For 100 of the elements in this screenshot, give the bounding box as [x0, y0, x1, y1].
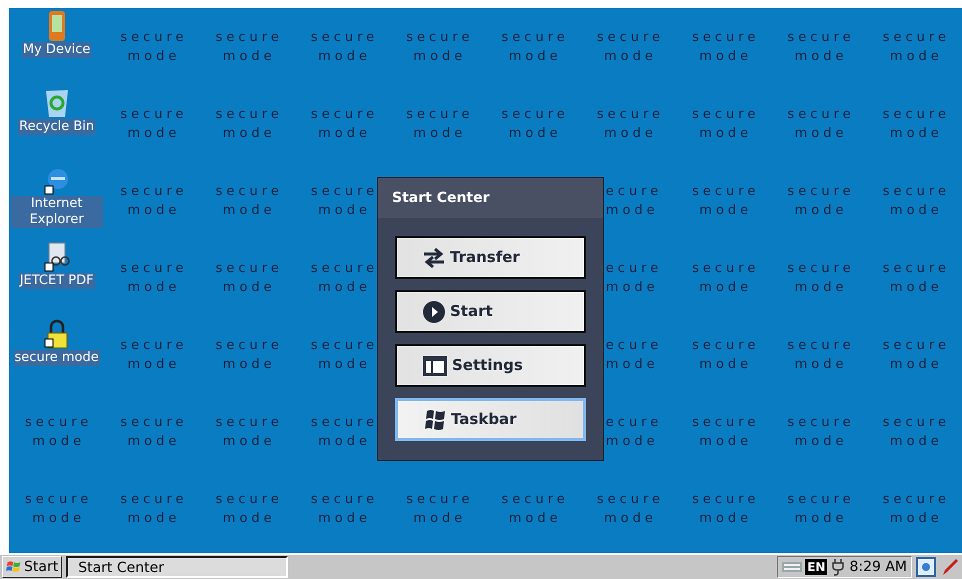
dialog-title: Start Center	[392, 188, 490, 208]
wallpaper-text: mode	[222, 356, 276, 374]
wallpaper-text: mode	[222, 202, 276, 220]
pen-icon[interactable]	[940, 557, 960, 577]
wallpaper-text: mode	[318, 48, 371, 66]
wallpaper-text: mode	[32, 432, 86, 450]
wallpaper-text: mode	[699, 202, 752, 220]
swap-arrows-icon	[422, 246, 446, 270]
wallpaper-text: mode	[699, 432, 752, 450]
wallpaper-text: secure	[406, 490, 474, 508]
wallpaper-text: secure	[787, 336, 855, 354]
desktop-icon[interactable]	[916, 557, 936, 577]
wallpaper-text: mode	[606, 202, 659, 220]
wallpaper-text: mode	[604, 124, 657, 142]
wallpaper-text: mode	[794, 432, 848, 450]
wallpaper-text: mode	[604, 510, 657, 528]
wallpaper-text: secure	[692, 182, 760, 200]
play-circle-icon	[422, 300, 446, 324]
icon-label[interactable]: JETCET PDF	[18, 273, 95, 289]
wallpaper-text: mode	[128, 510, 180, 528]
wallpaper-text: mode	[890, 48, 943, 66]
wallpaper-text: mode	[128, 432, 180, 450]
wallpaper-text: mode	[699, 510, 752, 528]
wallpaper-text: mode	[222, 124, 276, 142]
wallpaper-text: secure	[120, 414, 188, 432]
wallpaper-text: secure	[596, 490, 664, 508]
dialog-button[interactable]: Transfer	[395, 236, 586, 279]
wallpaper-text: secure	[692, 490, 760, 508]
wallpaper-text: secure	[502, 106, 569, 124]
wallpaper-text: secure	[310, 28, 378, 46]
start-button[interactable]: Start	[2, 556, 62, 578]
wallpaper-text: mode	[604, 48, 657, 66]
wallpaper-text: secure	[120, 28, 188, 46]
wallpaper-text: mode	[794, 510, 848, 528]
wallpaper-text: secure	[596, 28, 664, 46]
wallpaper-text: secure	[882, 28, 950, 46]
wallpaper-text: secure	[120, 336, 188, 354]
wallpaper-text: mode	[222, 510, 276, 528]
wallpaper-text: secure	[596, 106, 664, 124]
wallpaper-text: secure	[787, 182, 855, 200]
wallpaper-text: secure	[882, 182, 950, 200]
wallpaper-text: mode	[794, 202, 848, 220]
wallpaper-text: secure	[216, 414, 283, 432]
keyboard-icon	[782, 562, 802, 572]
wallpaper-text: secure	[310, 414, 378, 432]
wallpaper-text: mode	[222, 432, 276, 450]
wallpaper-text: mode	[318, 278, 371, 296]
wallpaper-text: mode	[606, 278, 659, 296]
dialog-button[interactable]: Taskbar	[395, 398, 586, 441]
wallpaper-text: mode	[699, 356, 752, 374]
wallpaper-text: secure	[406, 106, 474, 124]
wallpaper-text: mode	[318, 124, 371, 142]
wallpaper-text: secure	[502, 490, 569, 508]
wallpaper-text: secure	[25, 414, 92, 432]
wallpaper-text: secure	[692, 336, 760, 354]
windows-flag-icon	[6, 559, 22, 575]
wallpaper-text: mode	[318, 202, 371, 220]
wallpaper-text: secure	[502, 28, 569, 46]
wallpaper-text: mode	[128, 202, 180, 220]
wallpaper-text: secure	[882, 260, 950, 278]
wallpaper-text: mode	[128, 48, 180, 66]
wallpaper-text: mode	[318, 356, 371, 374]
wallpaper-text: secure	[120, 490, 188, 508]
wallpaper-text: mode	[606, 432, 659, 450]
wallpaper-text: mode	[318, 432, 371, 450]
window-panel-icon	[422, 354, 448, 376]
icon-label[interactable]: My Device	[22, 42, 92, 58]
wallpaper-text: secure	[787, 490, 855, 508]
wallpaper-text: secure	[882, 490, 950, 508]
wallpaper-text: secure	[310, 260, 378, 278]
wallpaper-text: mode	[890, 432, 943, 450]
dialog-button[interactable]: Settings	[395, 344, 586, 387]
icon-label[interactable]: secure mode	[14, 350, 100, 366]
wallpaper-text: secure	[310, 336, 378, 354]
wallpaper-text: mode	[890, 278, 943, 296]
wallpaper-text: mode	[699, 278, 752, 296]
wallpaper-text: secure	[787, 414, 855, 432]
dialog-button[interactable]: Start	[395, 290, 586, 333]
wallpaper-text: mode	[413, 48, 466, 66]
wallpaper-text: mode	[794, 278, 848, 296]
wallpaper-text: secure	[692, 260, 760, 278]
wallpaper-text: secure	[25, 490, 92, 508]
icon-label[interactable]: Recycle Bin	[18, 119, 96, 135]
wallpaper-text: secure	[310, 106, 378, 124]
language-indicator[interactable]: EN	[805, 559, 828, 575]
wallpaper-text: mode	[413, 124, 466, 142]
wallpaper-text: mode	[508, 510, 562, 528]
wallpaper-text: secure	[120, 182, 188, 200]
wallpaper-text: secure	[216, 28, 283, 46]
wallpaper-text: secure	[216, 106, 283, 124]
wallpaper-text: mode	[128, 356, 180, 374]
wallpaper-text: secure	[216, 260, 283, 278]
wallpaper-text: mode	[222, 48, 276, 66]
wallpaper-text: secure	[310, 182, 378, 200]
wallpaper-text: mode	[508, 124, 562, 142]
clock[interactable]: 8:29 AM	[849, 556, 907, 578]
wallpaper-text: mode	[606, 356, 659, 374]
wallpaper-text: secure	[787, 260, 855, 278]
taskbar-task[interactable]: Start Center	[66, 556, 288, 578]
icon-label[interactable]: Internet Explorer	[10, 196, 103, 228]
